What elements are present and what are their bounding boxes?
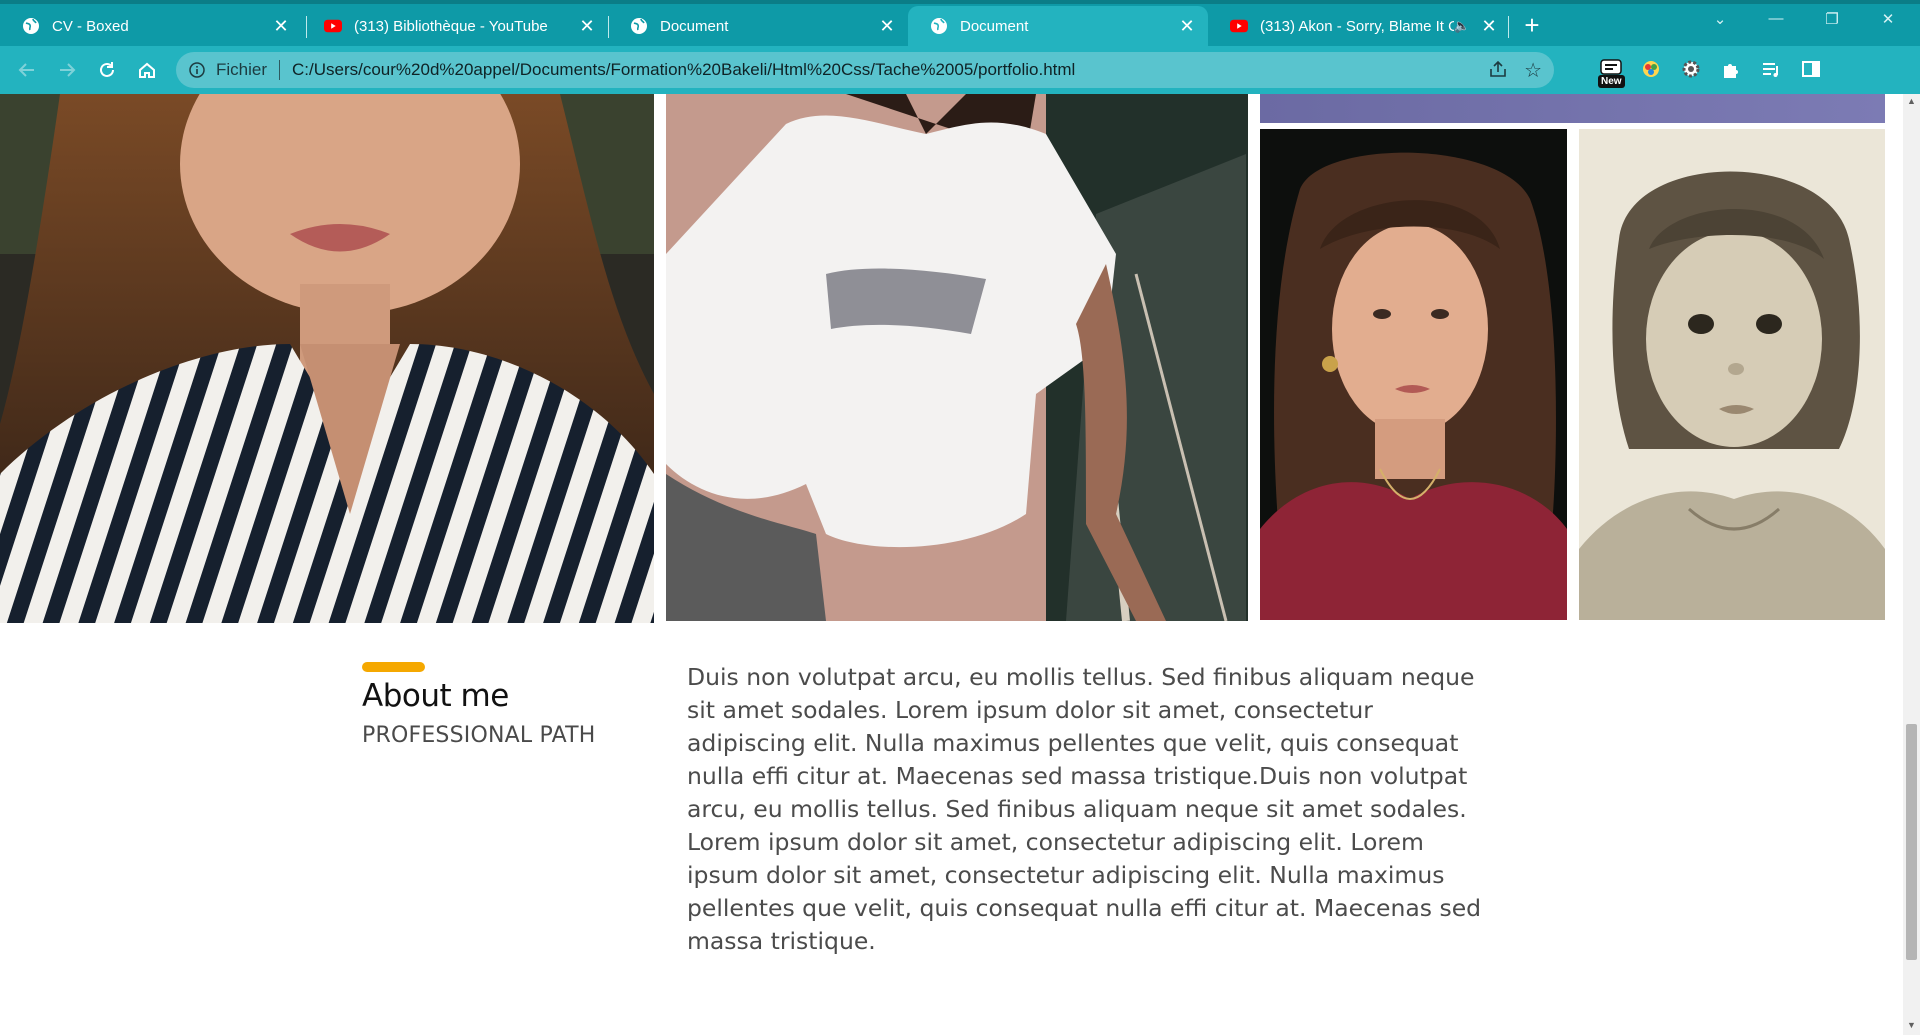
- photo-illustration: [0, 94, 654, 623]
- tab-title: (313) Bibliothèque - YouTube: [354, 17, 548, 35]
- bookmark-star-icon[interactable]: ☆: [1524, 58, 1542, 83]
- color-picker-extension-icon[interactable]: [1638, 56, 1664, 82]
- media-queue-icon[interactable]: [1758, 56, 1784, 82]
- tab-document-active[interactable]: Document ✕: [908, 6, 1208, 46]
- tab-title: Document: [660, 17, 729, 35]
- about-title: About me: [362, 678, 509, 714]
- back-icon[interactable]: [14, 57, 40, 83]
- new-tab-button[interactable]: +: [1518, 12, 1546, 40]
- youtube-icon: [324, 17, 342, 35]
- close-icon[interactable]: ✕: [1176, 15, 1198, 37]
- address-separator: [279, 60, 281, 80]
- browser-toolbar: Fichier C:/Users/cour%20d%20appel/Docume…: [0, 46, 1920, 129]
- globe-icon: [22, 17, 40, 35]
- tab-title: (313) Akon - Sorry, Blame It On Me: [1260, 17, 1454, 35]
- extensions-puzzle-icon[interactable]: [1718, 56, 1744, 82]
- youtube-icon: [1230, 17, 1248, 35]
- gallery-photo-woman-red-floral[interactable]: [1260, 129, 1567, 620]
- tab-strip: CV - Boxed ✕ (313) Bibliothèque - YouTub…: [0, 0, 1920, 46]
- address-bar[interactable]: Fichier C:/Users/cour%20d%20appel/Docume…: [176, 52, 1554, 88]
- gallery-photo-woman-striped-shirt[interactable]: [0, 94, 654, 623]
- close-icon[interactable]: ✕: [1478, 15, 1500, 37]
- close-icon[interactable]: ✕: [270, 15, 292, 37]
- reload-icon[interactable]: [94, 57, 120, 83]
- photo-illustration: [1260, 129, 1567, 620]
- url-scheme-label: Fichier: [216, 60, 268, 79]
- scroll-down-icon[interactable]: ▼: [1907, 1020, 1916, 1030]
- about-accent-bar: [362, 662, 425, 672]
- close-icon[interactable]: ✕: [876, 15, 898, 37]
- minimize-icon[interactable]: —: [1756, 10, 1796, 27]
- photo-illustration: [666, 94, 1248, 621]
- tab-youtube-bibliotheque[interactable]: (313) Bibliothèque - YouTube ✕: [302, 6, 608, 46]
- tab-cv-boxed[interactable]: CV - Boxed ✕: [0, 6, 302, 46]
- tab-document-1[interactable]: Document ✕: [608, 6, 908, 46]
- tab-title: CV - Boxed: [52, 17, 129, 35]
- close-icon[interactable]: ✕: [576, 15, 598, 37]
- tab-title: Document: [960, 17, 1029, 35]
- globe-icon: [930, 17, 948, 35]
- share-icon[interactable]: [1488, 60, 1508, 83]
- gear-extension-icon[interactable]: [1678, 56, 1704, 82]
- home-icon[interactable]: [134, 57, 160, 83]
- restore-icon[interactable]: ❐: [1812, 10, 1852, 28]
- window-top-border: [0, 0, 1920, 4]
- about-description: Duis non volutpat arcu, eu mollis tellus…: [687, 663, 1482, 955]
- forward-icon[interactable]: [54, 57, 80, 83]
- speaker-icon[interactable]: 🔈: [1454, 18, 1470, 34]
- globe-icon: [630, 17, 648, 35]
- window-close-icon[interactable]: ✕: [1868, 10, 1908, 28]
- photo-illustration: [1579, 129, 1885, 620]
- gallery-photo-child-sepia[interactable]: [1579, 129, 1885, 620]
- page-viewport: About me PROFESSIONAL PATH Duis non volu…: [0, 94, 1903, 1035]
- gallery-photo-person-white-tshirt[interactable]: [666, 94, 1248, 621]
- info-icon[interactable]: [188, 61, 206, 79]
- side-panel-icon[interactable]: [1798, 56, 1824, 82]
- about-subtitle: PROFESSIONAL PATH: [362, 723, 596, 748]
- new-badge: New: [1598, 75, 1625, 88]
- gallery-photo-purple-banner[interactable]: [1260, 94, 1885, 123]
- url-text[interactable]: C:/Users/cour%20d%20appel/Documents/Form…: [292, 60, 1075, 80]
- scrollbar-thumb[interactable]: [1906, 724, 1917, 960]
- tab-search-icon[interactable]: ⌄: [1700, 10, 1740, 28]
- scroll-up-icon[interactable]: ▲: [1907, 96, 1916, 106]
- page-scrollbar[interactable]: ▲ ▼: [1903, 94, 1920, 1035]
- tab-separator: [1508, 16, 1509, 38]
- tab-youtube-akon[interactable]: (313) Akon - Sorry, Blame It On Me 🔈 ✕: [1208, 6, 1510, 46]
